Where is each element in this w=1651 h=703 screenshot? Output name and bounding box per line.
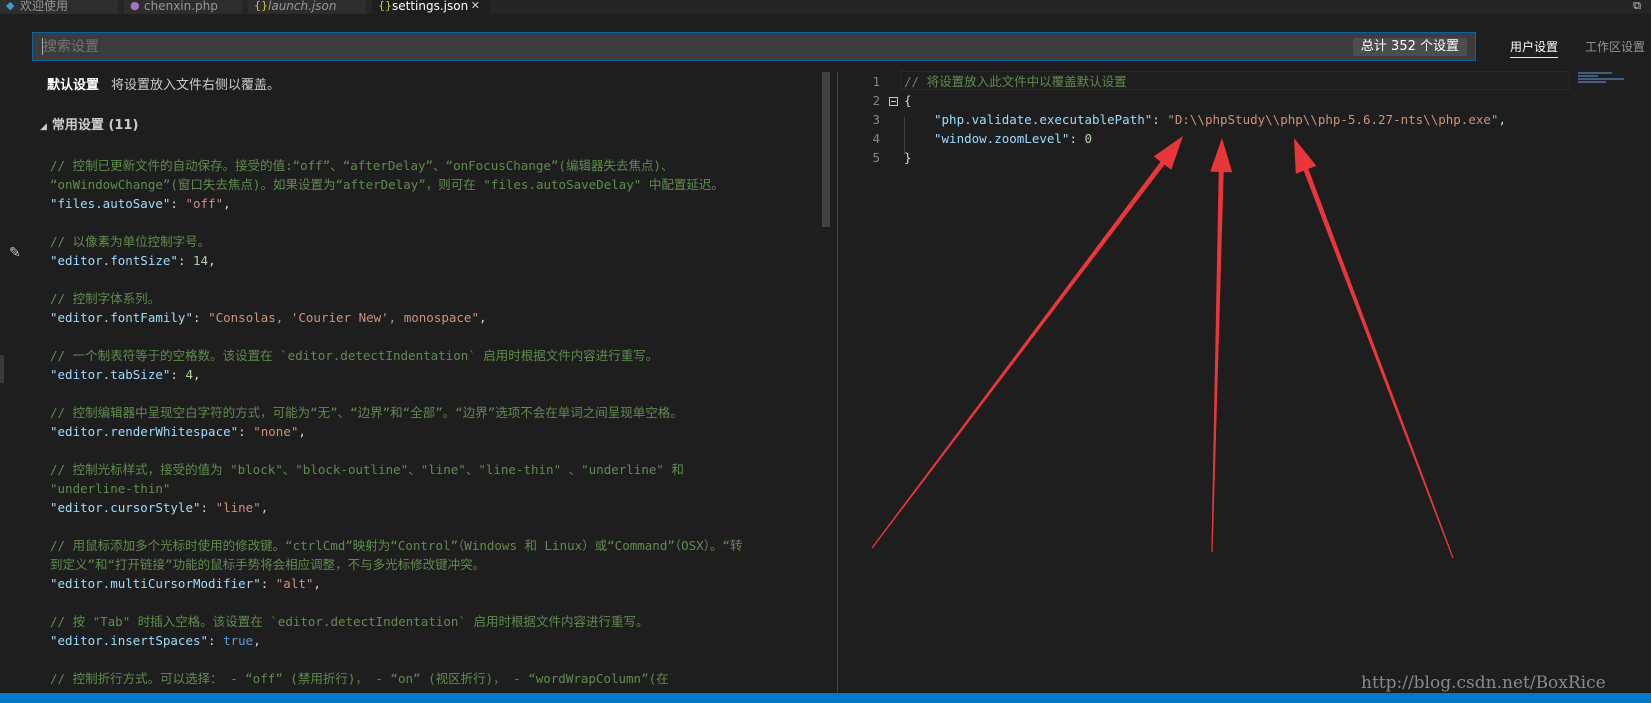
annotation-arrows (871, 136, 1454, 559)
red-arrow-3 (1294, 138, 1454, 559)
status-bar (0, 693, 1651, 703)
watermark-text: http://blog.csdn.net/BoxRice (1361, 673, 1606, 693)
red-arrow-2 (1210, 138, 1233, 552)
red-arrow-1 (871, 136, 1183, 549)
